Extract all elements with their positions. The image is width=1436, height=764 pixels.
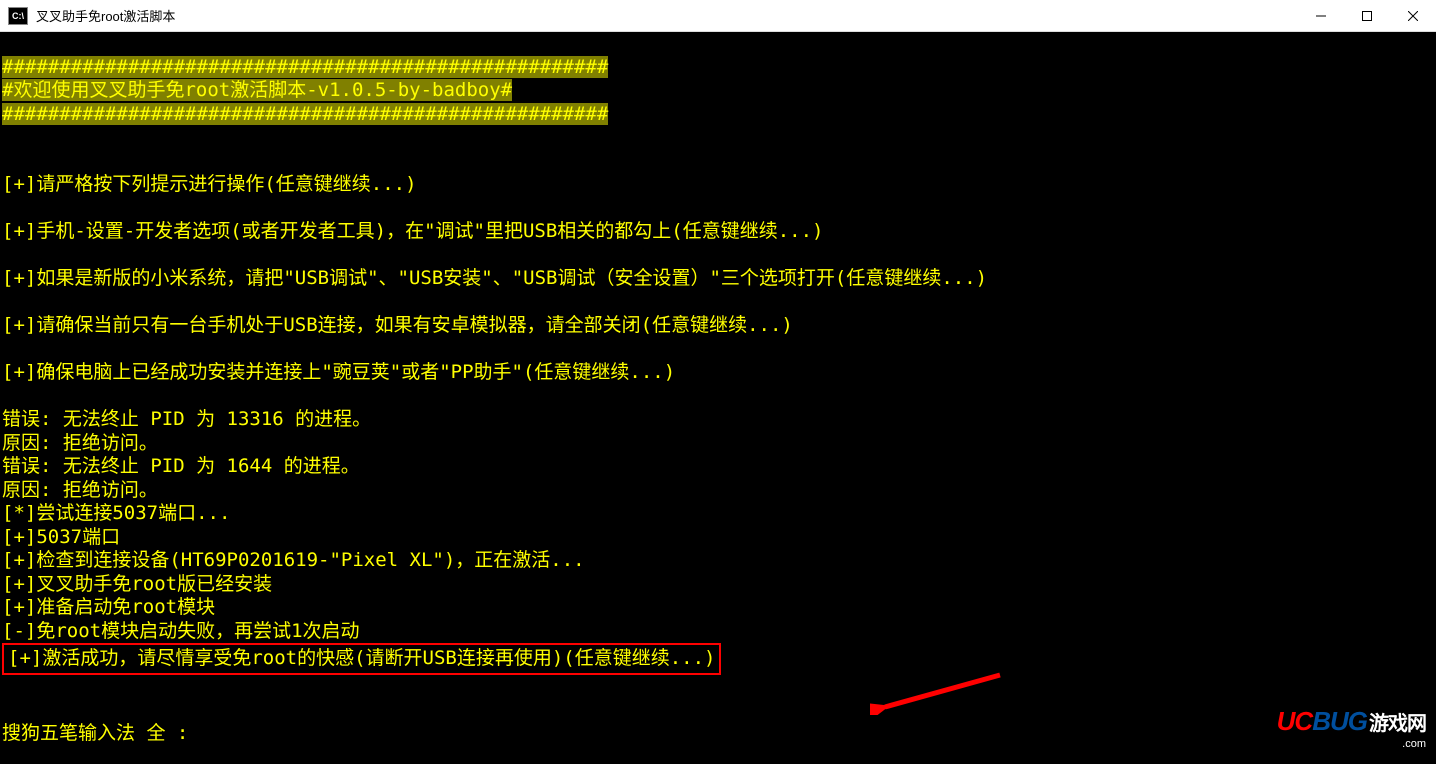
log-line: [+]检查到连接设备(HT69P0201619-"Pixel XL")，正在激活… [2, 549, 1434, 573]
log-line: [+]叉叉助手免root版已经安装 [2, 573, 1434, 597]
window-controls [1298, 0, 1436, 31]
log-line: 原因: 拒绝访问。 [2, 479, 1434, 503]
cmd-icon: C:\ [8, 7, 28, 25]
title-bar: C:\ 叉叉助手免root激活脚本 [0, 0, 1436, 32]
terminal-output: ########################################… [0, 32, 1436, 764]
instruction-line: [+]如果是新版的小米系统，请把"USB调试"、"USB安装"、"USB调试（安… [2, 267, 1434, 291]
minimize-button[interactable] [1298, 0, 1344, 32]
banner-border-top: ########################################… [2, 56, 1434, 80]
log-line: [+]准备启动免root模块 [2, 596, 1434, 620]
instruction-line: [+]手机-设置-开发者选项(或者开发者工具)，在"调试"里把USB相关的都勾上… [2, 220, 1434, 244]
banner-welcome: #欢迎使用叉叉助手免root激活脚本-v1.0.5-by-badboy# [2, 79, 1434, 103]
log-line: 错误: 无法终止 PID 为 13316 的进程。 [2, 408, 1434, 432]
log-line: [-]免root模块启动失败，再尝试1次启动 [2, 620, 1434, 644]
close-button[interactable] [1390, 0, 1436, 32]
success-line: [+]激活成功，请尽情享受免root的快感(请断开USB连接再使用)(任意键继续… [2, 643, 1434, 675]
log-line: [+]5037端口 [2, 526, 1434, 550]
maximize-button[interactable] [1344, 0, 1390, 32]
log-line: 原因: 拒绝访问。 [2, 432, 1434, 456]
log-line: [*]尝试连接5037端口... [2, 502, 1434, 526]
watermark-logo: UCBUG游戏网 .com [1277, 710, 1426, 756]
instruction-line: [+]确保电脑上已经成功安装并连接上"豌豆荚"或者"PP助手"(任意键继续...… [2, 361, 1434, 385]
ime-status: 搜狗五笔输入法 全 : [2, 722, 1434, 746]
log-line: 错误: 无法终止 PID 为 1644 的进程。 [2, 455, 1434, 479]
window-title: 叉叉助手免root激活脚本 [36, 6, 1298, 25]
instruction-line: [+]请严格按下列提示进行操作(任意键继续...) [2, 173, 1434, 197]
instruction-line: [+]请确保当前只有一台手机处于USB连接，如果有安卓模拟器，请全部关闭(任意键… [2, 314, 1434, 338]
banner-border-bottom: ########################################… [2, 103, 1434, 127]
